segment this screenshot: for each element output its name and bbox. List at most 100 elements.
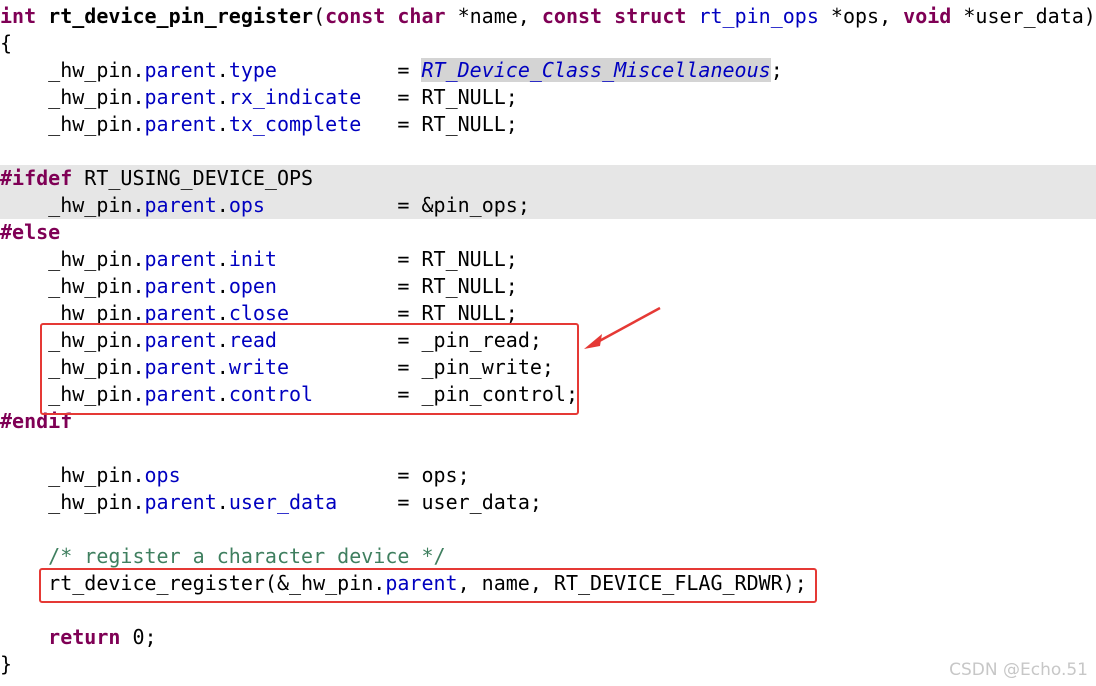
code-line-tx: _hw_pin.parent.tx_complete = RT_NULL;	[48, 112, 518, 136]
field-control: control	[228, 382, 314, 406]
value-pin-write: _pin_write	[421, 355, 542, 379]
param-name: *name,	[445, 4, 542, 28]
value-pin-ops: &pin_ops	[421, 193, 518, 217]
keyword-char: char	[397, 4, 446, 28]
param-ops: *ops,	[818, 4, 904, 28]
var-hw-pin: _hw_pin	[48, 382, 133, 406]
function-call: rt_device_register	[48, 571, 265, 595]
code-line-endif: #endif	[0, 408, 1096, 435]
field-parent: parent	[144, 274, 217, 298]
value-rt-null: RT_NULL	[421, 274, 506, 298]
preproc-endif: #endif	[0, 409, 73, 433]
var-hw-pin: _hw_pin	[48, 274, 133, 298]
keyword-int: int	[0, 4, 37, 28]
call-args-rest: , name, RT_DEVICE_FLAG_RDWR);	[457, 571, 807, 595]
param-user-data: *user_data)	[951, 4, 1096, 28]
keyword-const: const	[325, 4, 386, 28]
keyword-return: return	[48, 625, 121, 649]
var-hw-pin: _hw_pin	[48, 463, 133, 487]
field-ops: ops	[144, 463, 181, 487]
code-line-close-brace: }	[0, 651, 1096, 678]
var-hw-pin: _hw_pin	[48, 490, 133, 514]
field-type: type	[228, 58, 277, 82]
function-name: rt_device_pin_register	[48, 4, 314, 28]
value-pin-read: _pin_read	[421, 328, 530, 352]
code-line-signature: int rt_device_pin_register(const char *n…	[0, 3, 1096, 30]
preproc-ifdef: #ifdef	[0, 166, 73, 190]
field-parent: parent	[144, 112, 217, 136]
value-rt-null: RT_NULL	[421, 85, 506, 109]
code-line-rx: _hw_pin.parent.rx_indicate = RT_NULL;	[48, 85, 518, 109]
code-line-open-brace: {	[0, 30, 1096, 57]
var-hw-pin: _hw_pin	[48, 301, 133, 325]
field-user-data: user_data	[228, 490, 338, 514]
code-line-init: _hw_pin.parent.init = RT_NULL;	[48, 247, 518, 271]
field-read: read	[228, 328, 277, 352]
field-init: init	[228, 247, 277, 271]
enum-value: RT_Device_Class_Miscellaneous	[421, 58, 771, 82]
field-write: write	[228, 355, 290, 379]
var-hw-pin: _hw_pin	[48, 112, 133, 136]
field-parent: parent	[144, 193, 217, 217]
watermark: CSDN @Echo.51	[949, 660, 1088, 680]
code-line-ifdef: #ifdef RT_USING_DEVICE_OPS	[0, 165, 1096, 192]
code-line-close: _hw_pin.parent.close = RT_NULL;	[48, 301, 518, 325]
field-parent: parent	[385, 571, 458, 595]
field-parent: parent	[144, 355, 217, 379]
var-hw-pin: _hw_pin	[48, 355, 133, 379]
value-rt-null: RT_NULL	[421, 247, 506, 271]
value-rt-null: RT_NULL	[421, 301, 506, 325]
code-line-write: _hw_pin.parent.write = _pin_write;	[48, 355, 554, 379]
value-user-data: user_data	[421, 490, 530, 514]
field-parent: parent	[144, 328, 217, 352]
field-open: open	[228, 274, 277, 298]
value-pin-control: _pin_control	[421, 382, 566, 406]
code-line-comment: /* register a character device */	[0, 543, 1096, 570]
open-brace: {	[0, 31, 13, 55]
type-name: rt_pin_ops	[698, 4, 819, 28]
code-comment: /* register a character device */	[48, 544, 446, 568]
code-line-control: _hw_pin.parent.control = _pin_control;	[48, 382, 579, 406]
preproc-else: #else	[0, 220, 61, 244]
field-parent: parent	[144, 58, 217, 82]
field-parent: parent	[144, 247, 217, 271]
code-line-register: rt_device_register(&_hw_pin.parent, name…	[0, 570, 1096, 597]
code-line-user-data: _hw_pin.parent.user_data = user_data;	[48, 490, 542, 514]
annotation-arrow-icon	[584, 306, 661, 349]
field-parent: parent	[144, 382, 217, 406]
var-hw-pin: _hw_pin	[48, 193, 133, 217]
var-hw-pin: _hw_pin	[48, 328, 133, 352]
return-value: 0;	[120, 625, 157, 649]
keyword-struct: struct	[614, 4, 687, 28]
var-hw-pin: _hw_pin	[48, 58, 133, 82]
code-line-type: _hw_pin.parent.type = RT_Device_Class_Mi…	[48, 58, 783, 82]
field-parent: parent	[144, 85, 217, 109]
var-hw-pin: _hw_pin	[48, 85, 133, 109]
code-line-hw-ops: _hw_pin.ops = ops;	[48, 463, 470, 487]
code-line-open: _hw_pin.parent.open = RT_NULL;	[48, 274, 518, 298]
value-rt-null: RT_NULL	[421, 112, 506, 136]
var-hw-pin: _hw_pin	[48, 247, 133, 271]
code-editor: int rt_device_pin_register(const char *n…	[0, 3, 1096, 678]
macro-name: RT_USING_DEVICE_OPS	[84, 166, 314, 190]
code-line-return: return 0;	[0, 624, 1096, 651]
keyword-void: void	[903, 4, 952, 28]
call-arg: (&_hw_pin.	[264, 571, 386, 595]
code-line-ops: _hw_pin.parent.ops = &pin_ops;	[0, 192, 1096, 219]
value-ops: ops	[421, 463, 458, 487]
field-rx-indicate: rx_indicate	[228, 85, 362, 109]
code-line-else: #else	[0, 219, 1096, 246]
close-brace: }	[0, 652, 13, 676]
code-line-read: _hw_pin.parent.read = _pin_read;	[48, 328, 542, 352]
field-parent: parent	[144, 490, 217, 514]
field-ops: ops	[228, 193, 265, 217]
field-parent: parent	[144, 301, 217, 325]
keyword-const: const	[541, 4, 603, 28]
field-close: close	[228, 301, 290, 325]
field-tx-complete: tx_complete	[228, 112, 362, 136]
paren: (	[313, 4, 326, 28]
